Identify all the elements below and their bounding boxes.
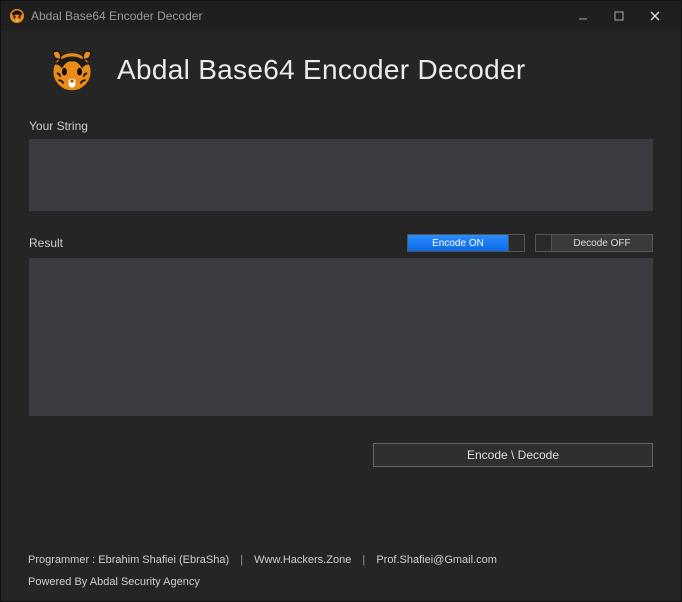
close-button[interactable]: [637, 5, 673, 27]
result-label: Result: [29, 236, 63, 250]
app-icon: [9, 8, 25, 24]
minimize-button[interactable]: [565, 5, 601, 27]
encode-decode-button[interactable]: Encode \ Decode: [373, 443, 653, 467]
footer-separator: |: [240, 554, 243, 566]
footer-email: Prof.Shafiei@Gmail.com: [376, 554, 497, 566]
app-header: Abdal Base64 Encoder Decoder: [29, 39, 653, 115]
app-title: Abdal Base64 Encoder Decoder: [117, 54, 525, 86]
main-content: Abdal Base64 Encoder Decoder Your String…: [1, 31, 681, 483]
footer-separator: |: [362, 554, 365, 566]
footer-powered: Powered By Abdal Security Agency: [28, 576, 654, 588]
footer-website: Www.Hackers.Zone: [254, 554, 351, 566]
maximize-button[interactable]: [601, 5, 637, 27]
mode-toggle-group: Encode ON Decode OFF: [407, 234, 653, 252]
footer-programmer: Programmer : Ebrahim Shafiei (EbraSha): [28, 554, 229, 566]
toggle-knob-icon: [508, 235, 524, 251]
toggle-knob-icon: [536, 235, 552, 251]
window-title: Abdal Base64 Encoder Decoder: [31, 9, 202, 23]
input-label: Your String: [29, 119, 653, 133]
result-textarea[interactable]: [29, 258, 653, 416]
footer: Programmer : Ebrahim Shafiei (EbraSha) |…: [28, 554, 654, 588]
encode-toggle[interactable]: Encode ON: [407, 234, 525, 252]
decode-toggle-label: Decode OFF: [552, 235, 652, 251]
tiger-logo-icon: [45, 43, 99, 97]
decode-toggle[interactable]: Decode OFF: [535, 234, 653, 252]
input-textarea[interactable]: [29, 139, 653, 211]
encode-toggle-label: Encode ON: [408, 235, 508, 251]
title-bar: Abdal Base64 Encoder Decoder: [1, 1, 681, 31]
